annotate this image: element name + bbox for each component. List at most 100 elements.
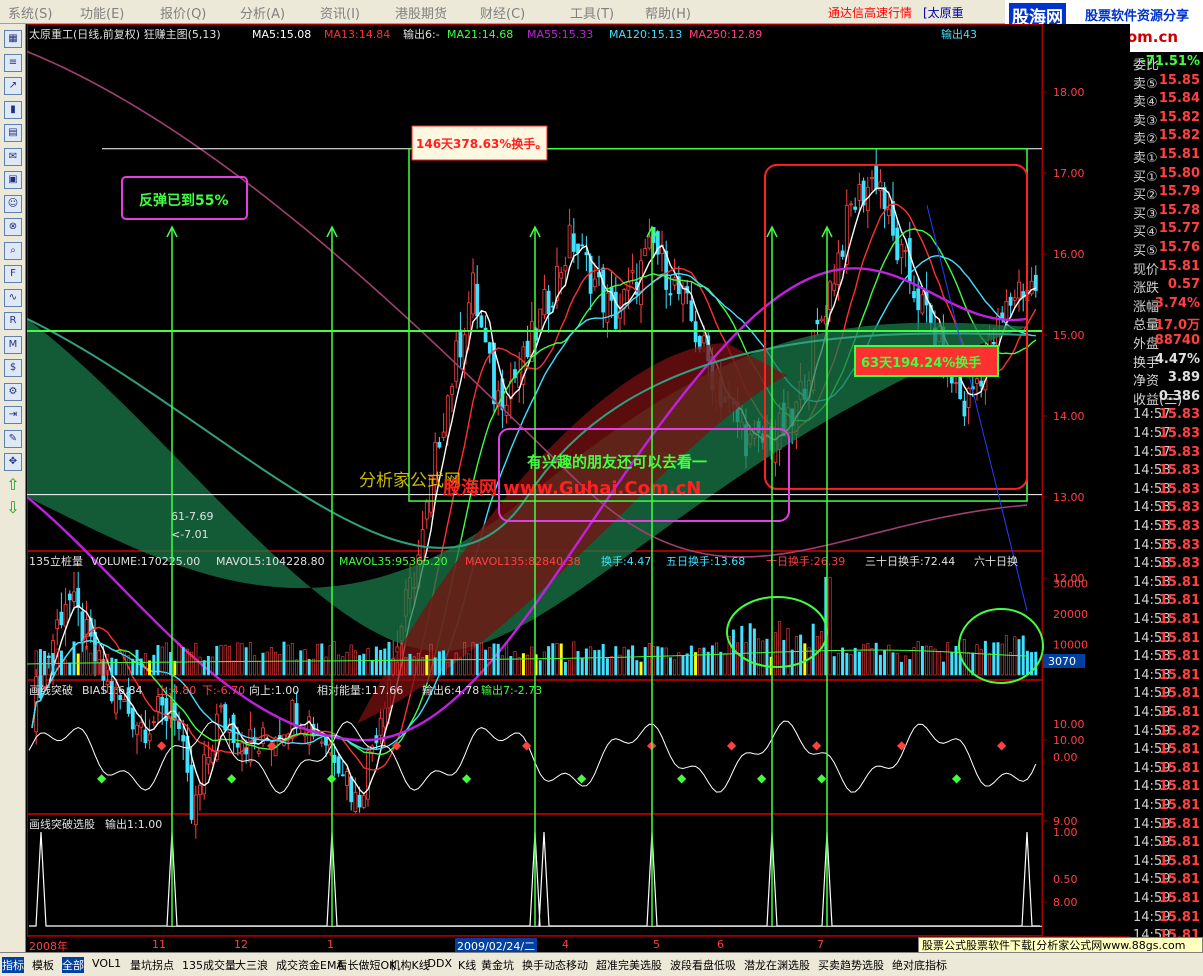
- tool-icon[interactable]: ⚙: [4, 382, 22, 401]
- exit-icon[interactable]: ⇥: [4, 406, 22, 424]
- quote-row: 换手 4.47%: [1130, 352, 1203, 371]
- candle: [76, 587, 81, 608]
- rsi-icon[interactable]: R: [4, 312, 22, 330]
- candle: [853, 206, 858, 210]
- macd-icon[interactable]: M: [4, 335, 22, 354]
- tab-17[interactable]: 买卖趋势选股: [818, 957, 884, 973]
- tab-14[interactable]: 超准完美选股: [596, 957, 662, 973]
- menu-item-2[interactable]: 报价(Q): [160, 3, 206, 22]
- grid-icon[interactable]: ▦: [4, 30, 22, 48]
- candle: [336, 756, 341, 774]
- quote-value: 15.81: [1158, 667, 1200, 683]
- candle: [424, 501, 429, 520]
- tab-10[interactable]: DDX: [428, 957, 452, 970]
- quote-value: 15.81: [1158, 574, 1200, 590]
- vol-hdr-mavol135: MAVOL135:82840.38: [465, 555, 581, 568]
- tab-6[interactable]: 大三浪: [235, 957, 268, 973]
- tab-5[interactable]: 135成交量: [182, 957, 236, 973]
- tab-11[interactable]: K线: [458, 957, 476, 973]
- tab-2[interactable]: 全部: [62, 957, 84, 973]
- quote-row: 涨幅 3.74%: [1130, 296, 1203, 315]
- tab-18[interactable]: 绝对底指标: [892, 957, 947, 973]
- candle: [319, 741, 324, 744]
- f10-icon[interactable]: F: [4, 265, 22, 283]
- chart-area[interactable]: 反弹已到55% 146天378.63%换手。 63天194.24%换手有兴趣的朋友还…: [27, 24, 1130, 936]
- tab-12[interactable]: 黄金坑: [481, 957, 514, 973]
- candle: [193, 794, 198, 826]
- up-arrow-icon[interactable]: ⇧: [4, 476, 22, 495]
- tab-3[interactable]: VOL1: [92, 957, 121, 970]
- volume-bar: [614, 646, 618, 676]
- tab-9[interactable]: 机构K线: [390, 957, 430, 973]
- candle: [1004, 301, 1009, 321]
- tab-7[interactable]: 成交资金EMA: [276, 957, 344, 973]
- banner-link[interactable]: 通达信高速行情: [828, 4, 912, 21]
- people-icon[interactable]: ☺: [4, 194, 22, 213]
- filter-icon[interactable]: ⊗: [4, 218, 22, 236]
- quote-value: 15.81: [1158, 779, 1200, 795]
- date-label-5: 4: [562, 938, 569, 951]
- volume-bar: [765, 638, 769, 676]
- candle: [874, 165, 879, 190]
- sell-signal-icon: ◆: [812, 738, 822, 752]
- volume-bar: [379, 649, 383, 676]
- volume-bar: [845, 653, 849, 676]
- vol-hdr-turn30: 三十日换手:72.44: [865, 554, 955, 568]
- vol-hdr-turn5: 五日换手:13.68: [666, 554, 745, 568]
- candle: [681, 286, 685, 305]
- candle: [143, 729, 148, 744]
- menu-item-8[interactable]: 帮助(H): [645, 3, 691, 22]
- menu-item-0[interactable]: 系统(S): [8, 3, 52, 22]
- table-icon[interactable]: ▤: [4, 124, 22, 142]
- tab-0[interactable]: 指标: [2, 957, 24, 973]
- line-chart-icon[interactable]: ↗: [4, 77, 22, 95]
- candle: [912, 291, 916, 299]
- menu-item-4[interactable]: 资讯(I): [320, 3, 360, 22]
- menu-item-3[interactable]: 分析(A): [240, 3, 285, 22]
- sell-signal-icon: ◆: [392, 738, 402, 752]
- wave-icon[interactable]: ∿: [4, 288, 22, 307]
- volume-bar: [891, 652, 895, 676]
- candle: [210, 749, 215, 763]
- volume-bar: [437, 651, 441, 676]
- main-hdr-ma13: MA13:14.84: [324, 28, 390, 41]
- date-label-2: 12: [234, 938, 248, 951]
- tab-1[interactable]: 模板: [32, 957, 54, 973]
- volume-bar: [551, 643, 555, 676]
- volume-bar: [799, 634, 803, 676]
- tab-8[interactable]: 看长做短OK: [337, 957, 397, 973]
- main-hdr-ma120: MA120:15.13: [609, 28, 682, 41]
- candle-icon[interactable]: ▮: [4, 100, 22, 119]
- vol-hdr-mavol5: MAVOL5:104228.80: [216, 555, 325, 568]
- quote-row: 14:57 15.83: [1130, 426, 1203, 445]
- move-icon[interactable]: ✥: [4, 453, 22, 471]
- tab-15[interactable]: 波段看盘低吸: [670, 957, 736, 973]
- news-icon[interactable]: ✉: [4, 147, 22, 166]
- candle: [353, 791, 358, 812]
- menu-item-1[interactable]: 功能(E): [80, 3, 124, 22]
- quote-label: 涨跌: [1133, 281, 1160, 297]
- candle: [59, 611, 64, 626]
- down-arrow-icon[interactable]: ⇩: [4, 500, 22, 518]
- y-tick-bias: 0.00: [1053, 751, 1078, 764]
- candle: [231, 714, 236, 744]
- dollar-icon[interactable]: $: [4, 359, 22, 377]
- quote-label: 买①: [1133, 169, 1158, 185]
- candle: [538, 308, 543, 330]
- tab-4[interactable]: 量坑拐点: [130, 957, 174, 973]
- pencil-icon[interactable]: ✎: [4, 429, 22, 448]
- menu-item-6[interactable]: 财经(C): [480, 3, 525, 22]
- tab-16[interactable]: 潜龙在渊选股: [744, 957, 810, 973]
- volume-bar: [576, 651, 580, 676]
- candle: [979, 380, 984, 387]
- watermark-2: 股海网 www.Guhai.Com.cN: [442, 477, 701, 499]
- y-tick-main: 13.00: [1053, 491, 1085, 504]
- tab-13[interactable]: 换手动态移动: [522, 957, 588, 973]
- search-icon[interactable]: ⌕: [4, 241, 22, 260]
- menu-item-5[interactable]: 港股期货: [395, 3, 447, 22]
- menu-item-7[interactable]: 工具(T): [570, 3, 614, 22]
- folder-icon[interactable]: ▣: [4, 171, 22, 189]
- volume-bar: [635, 660, 639, 676]
- list-icon[interactable]: ≡: [4, 53, 22, 72]
- volume-bar: [425, 655, 429, 676]
